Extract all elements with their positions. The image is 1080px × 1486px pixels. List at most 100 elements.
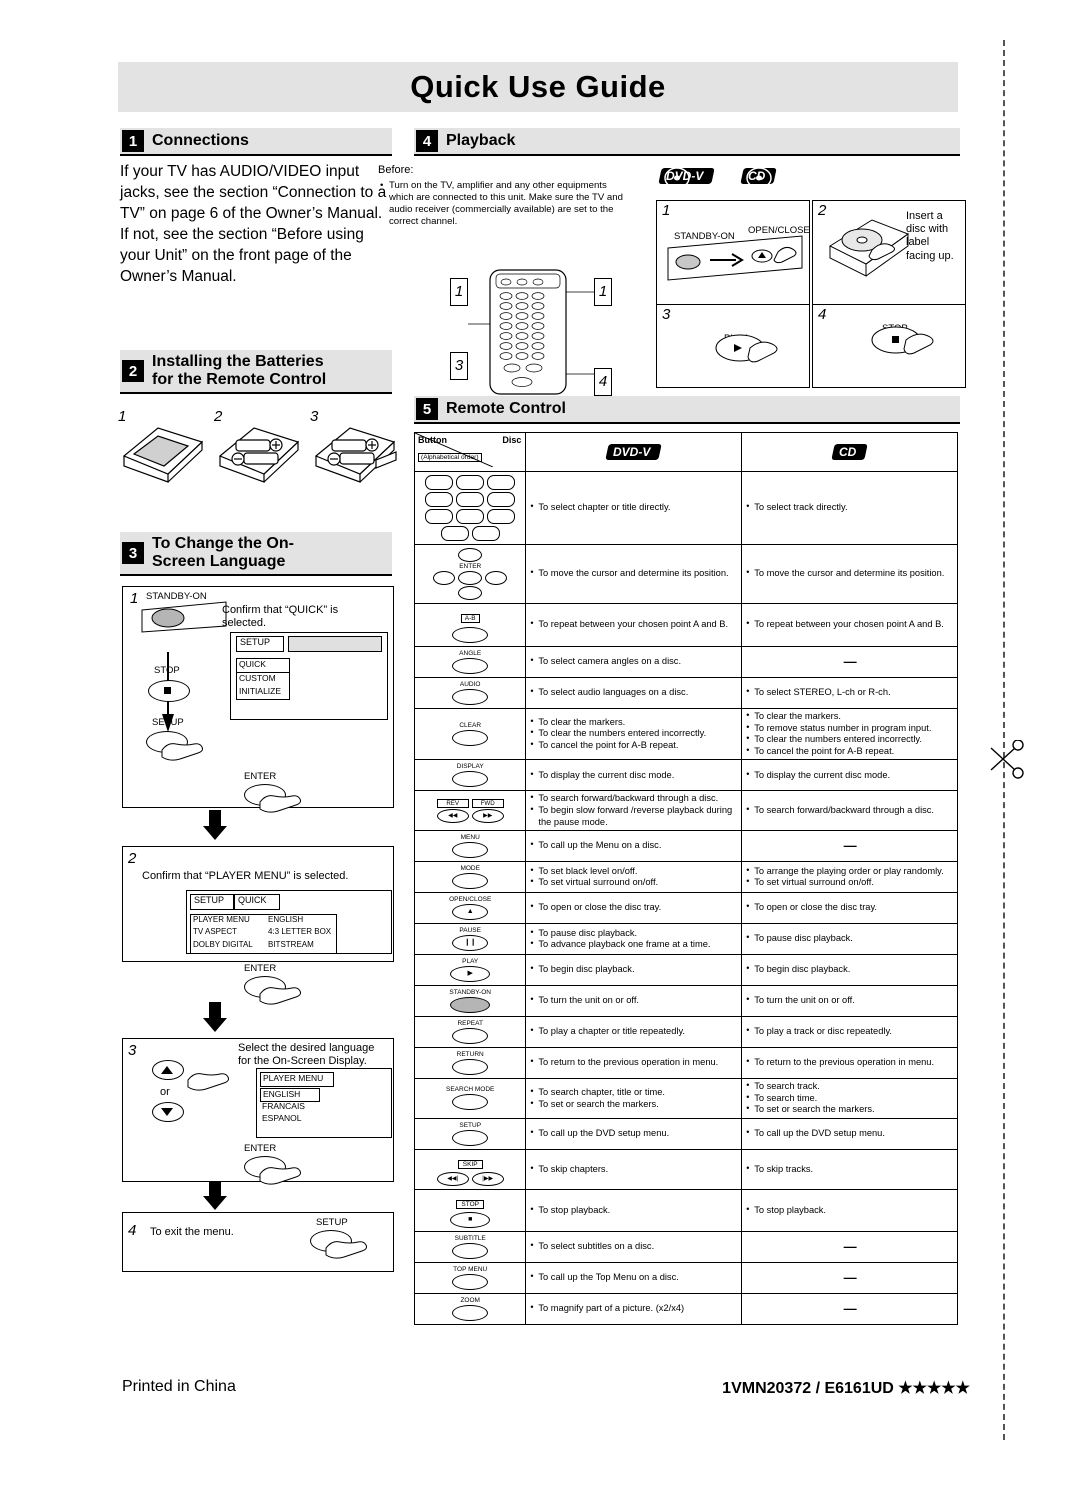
table-row: PAUSE ❙❙ To pause disc playback.To advan…	[413, 923, 958, 956]
button-cell-cursor[interactable]: ENTER	[413, 544, 527, 604]
number-key[interactable]	[425, 509, 454, 524]
cd-cell: To return to the previous operation in m…	[741, 1047, 958, 1080]
standby-key[interactable]	[450, 997, 491, 1014]
play-key-label: PLAY	[462, 958, 479, 966]
button-cell-stop[interactable]: STOP ■	[413, 1189, 527, 1233]
dvd-cell: To play a chapter or title repeatedly.	[525, 1016, 743, 1049]
button-cell-numbers[interactable]	[413, 471, 527, 545]
setup-menu-item-custom[interactable]: CUSTOM	[236, 673, 290, 687]
number-key[interactable]	[440, 526, 469, 541]
top-menu-key[interactable]	[452, 1274, 489, 1291]
button-cell-zoom[interactable]: ZOOM	[413, 1293, 527, 1326]
open-close-key[interactable]: ▲	[452, 904, 489, 921]
enter-key[interactable]	[458, 571, 483, 585]
triangle-down-icon	[161, 1108, 173, 1116]
button-cell-display[interactable]: DISPLAY	[413, 759, 527, 792]
section-label-line1: To Change the On-	[152, 534, 294, 552]
button-cell-mode[interactable]: MODE	[413, 861, 527, 894]
cursor-down-key[interactable]	[458, 586, 483, 600]
cursor-left-key[interactable]	[433, 571, 456, 585]
standby-on-button-icon	[141, 601, 227, 633]
number-key[interactable]	[487, 509, 516, 524]
hand-pointer-icon	[187, 1073, 229, 1091]
number-key[interactable]	[425, 475, 454, 490]
button-cell-rev-fwd[interactable]: REV ◀◀ FWD ▶▶	[413, 790, 527, 832]
number-key[interactable]	[487, 492, 516, 507]
cd-cell: To turn the unit on or off.	[741, 985, 958, 1018]
language-option-francais[interactable]: FRANCAIS	[260, 1101, 318, 1113]
setup-key[interactable]	[452, 1130, 489, 1147]
language-option-espanol[interactable]: ESPANOL	[260, 1113, 318, 1125]
number-key[interactable]	[471, 526, 500, 541]
button-cell-setup[interactable]: SETUP	[413, 1118, 527, 1151]
play-key[interactable]: ▶	[450, 966, 491, 983]
playback-before-label: Before:	[378, 164, 414, 176]
button-cell-search-mode[interactable]: SEARCH MODE	[413, 1078, 527, 1120]
button-cell-angle[interactable]: ANGLE	[413, 646, 527, 678]
button-cell-clear[interactable]: CLEAR	[413, 707, 527, 761]
button-cell-repeat[interactable]: REPEAT	[413, 1016, 527, 1049]
angle-key[interactable]	[452, 658, 489, 674]
section-batteries-header: 2 Installing the Batteries for the Remot…	[120, 350, 392, 394]
language-step3-caption: Select the desired language for the On-S…	[238, 1042, 375, 1068]
table-row: MODE To set black level on/off.To set vi…	[413, 861, 958, 894]
player-menu-tab[interactable]: QUICK	[234, 894, 280, 910]
number-key[interactable]	[456, 509, 485, 524]
audio-key[interactable]	[452, 689, 489, 705]
button-cell-subtitle[interactable]: SUBTITLE	[413, 1231, 527, 1264]
pause-key[interactable]: ❙❙	[452, 935, 489, 952]
subtitle-key[interactable]	[452, 1243, 489, 1260]
repeat-key[interactable]	[452, 1028, 489, 1045]
rev-key[interactable]: ◀◀	[436, 808, 469, 823]
skip-next-key[interactable]: |▶▶	[471, 1172, 504, 1187]
setup-menu-item-quick[interactable]: QUICK	[236, 658, 290, 673]
button-cell-audio[interactable]: AUDIO	[413, 677, 527, 709]
cd-cell: —	[741, 646, 958, 678]
menu-key[interactable]	[452, 842, 489, 859]
button-cell-standby[interactable]: STANDBY-ON	[413, 985, 527, 1018]
cd-cell: To stop playback.	[741, 1189, 958, 1233]
button-cell-menu[interactable]: MENU	[413, 830, 527, 863]
language-option-english[interactable]: ENGLISH	[260, 1088, 320, 1102]
player-menu-row-1-label[interactable]: TV ASPECT	[190, 927, 268, 941]
button-cell-top-menu[interactable]: TOP MENU	[413, 1262, 527, 1295]
dvd-cell: To display the current disc mode.	[525, 759, 743, 792]
button-cell-return[interactable]: RETURN	[413, 1047, 527, 1080]
stop-key[interactable]: ■	[450, 1212, 491, 1229]
clear-key-label: CLEAR	[459, 722, 482, 730]
ab-key[interactable]	[452, 627, 489, 643]
number-key[interactable]	[487, 475, 516, 490]
return-key-label: RETURN	[456, 1051, 484, 1059]
setup-menu-item-initialize[interactable]: INITIALIZE	[236, 686, 290, 700]
player-menu-title: SETUP	[190, 894, 234, 910]
return-key[interactable]	[452, 1059, 489, 1076]
number-key[interactable]	[456, 492, 485, 507]
number-key[interactable]	[425, 492, 454, 507]
hand-pointer-icon	[161, 743, 203, 761]
table-row: MENU To call up the Menu on a disc. —	[413, 830, 958, 863]
section-number: 2	[122, 360, 144, 382]
number-key[interactable]	[456, 475, 485, 490]
mode-key[interactable]	[452, 873, 489, 890]
front-panel-icon	[667, 235, 803, 281]
fwd-key[interactable]: ▶▶	[471, 808, 504, 823]
player-menu-row-2-label[interactable]: DOLBY DIGITAL	[190, 940, 268, 954]
standby-key-label: STANDBY-ON	[449, 989, 491, 997]
button-cell-play[interactable]: PLAY ▶	[413, 954, 527, 987]
button-cell-pause[interactable]: PAUSE ❙❙	[413, 923, 527, 956]
cd-cell: To search forward/backward through a dis…	[741, 790, 958, 832]
playback-before-text: • Turn on the TV, amplifier and any othe…	[380, 180, 623, 227]
display-key[interactable]	[452, 771, 489, 788]
search-mode-key[interactable]	[452, 1094, 489, 1111]
section-label-line2: Screen Language	[152, 553, 286, 570]
skip-prev-key[interactable]: ◀◀|	[436, 1172, 469, 1187]
zoom-key[interactable]	[452, 1305, 489, 1322]
button-cell-open-close[interactable]: OPEN/CLOSE ▲	[413, 892, 527, 925]
table-row: SETUP To call up the DVD setup menu. To …	[413, 1118, 958, 1151]
clear-key[interactable]	[452, 730, 489, 747]
repeat-key-label: REPEAT	[457, 1020, 483, 1028]
cursor-right-key[interactable]	[485, 571, 508, 585]
button-cell-skip[interactable]: SKIP ◀◀| |▶▶	[413, 1149, 527, 1191]
button-cell-ab[interactable]: A-B	[413, 603, 527, 647]
cursor-up-key[interactable]	[458, 548, 483, 562]
